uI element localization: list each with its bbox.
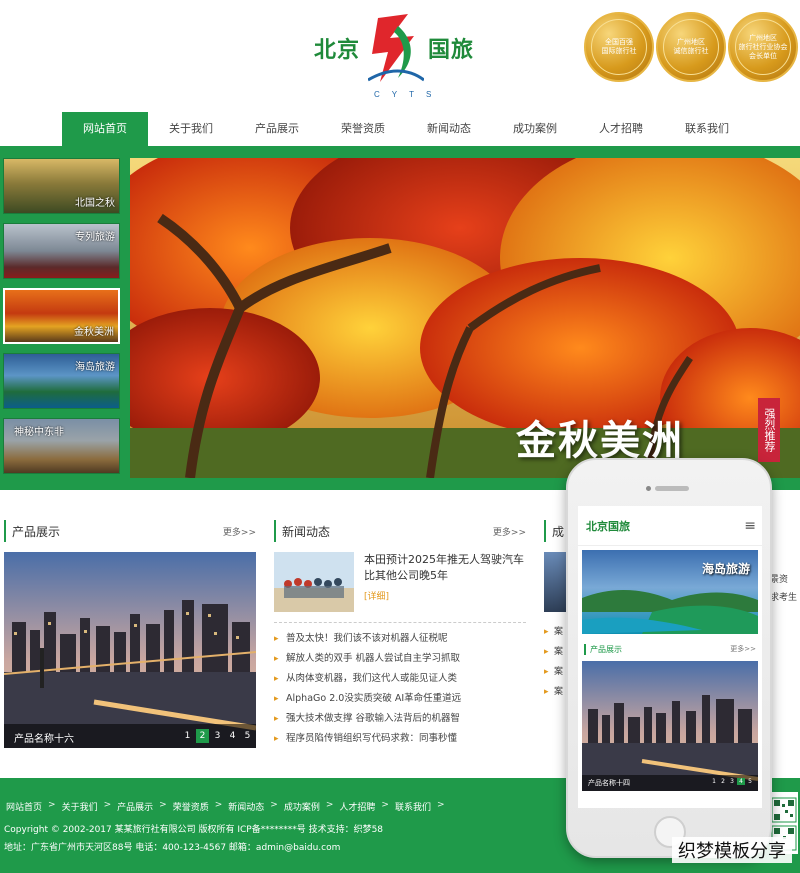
phone-camera-icon: [646, 486, 651, 491]
slider-thumb-train[interactable]: 专列旅游: [3, 223, 120, 279]
news-list-item[interactable]: 从肉体变机器，我们这代人或能见证人类: [274, 669, 526, 689]
footer-link-news[interactable]: 新闻动态: [228, 800, 264, 813]
footer-link-about[interactable]: 关于我们: [62, 800, 98, 813]
hero-banner[interactable]: 金秋美洲 强烈推荐: [130, 158, 800, 478]
case-side-text: 求考生: [770, 593, 798, 603]
site-logo[interactable]: 北京 国旅 CYTS: [310, 8, 500, 99]
nav-item-news[interactable]: 新闻动态: [406, 112, 492, 146]
mobile-banner[interactable]: 海岛旅游: [582, 550, 758, 634]
products-section: 产品展示 更多>> 产品名称十六 1 2 3 4 5: [4, 520, 256, 748]
hero-autumn-trees-image: [130, 158, 800, 478]
mobile-product-pager: 1 2 3 4 5: [710, 778, 754, 785]
phone-screen: 北京国旅 ≡ 海岛旅游 产品展示 更多>> 产品名称十四 1 2 3 4 5: [578, 506, 762, 808]
honor-badge: 全国百强 国际旅行社: [584, 12, 654, 82]
pager-page-1[interactable]: 1: [181, 729, 194, 743]
nav-item-cases[interactable]: 成功案例: [492, 112, 578, 146]
slider-thumb-island[interactable]: 海岛旅游: [3, 353, 120, 409]
nav-item-honors[interactable]: 荣誉资质: [320, 112, 406, 146]
mobile-header: 北京国旅 ≡: [578, 506, 762, 546]
nav-item-products[interactable]: 产品展示: [234, 112, 320, 146]
cases-title: 成: [552, 524, 565, 539]
phone-speaker-icon: [655, 486, 689, 491]
footer-address: 地址：广东省广州市天河区88号 电话：400-123-4567 邮箱：admin…: [4, 843, 341, 853]
footer-link-home[interactable]: 网站首页: [6, 800, 42, 813]
mobile-pager-page-5[interactable]: 5: [746, 778, 754, 785]
city-skyline-image: [4, 552, 256, 748]
honor-badge: 广州地区 旅行社行业协会会长单位: [728, 12, 798, 82]
logo-text-left: 北京: [314, 37, 361, 63]
nav-item-about[interactable]: 关于我们: [148, 112, 234, 146]
footer-copyright: Copyright © 2002-2017 某某旅行社有限公司 版权所有 ICP…: [4, 825, 384, 835]
footer-link-cases[interactable]: 成功案例: [284, 800, 320, 813]
logo-subtitle: CYTS: [374, 90, 444, 99]
pager-page-3[interactable]: 3: [211, 729, 224, 743]
slider-thumb-middle-east[interactable]: 神秘中东非: [3, 418, 120, 474]
news-featured-title[interactable]: 本田预计2025年推无人驾驶汽车 比其他公司晚5年: [364, 552, 524, 584]
logo-text-right: 国旅: [428, 37, 475, 63]
mobile-city-skyline-image: [582, 661, 758, 791]
footer-link-honors[interactable]: 荣誉资质: [173, 800, 209, 813]
slider-thumb-north-autumn[interactable]: 北国之秋: [3, 158, 120, 214]
mobile-pager-page-1[interactable]: 1: [710, 778, 718, 785]
product-pager: 1 2 3 4 5: [181, 729, 254, 743]
honor-badges: 全国百强 国际旅行社 广州地区 诚信旅行社 广州地区 旅行社行业协会会长单位: [584, 12, 798, 82]
hero-section: 北国之秋 专列旅游 金秋美洲 海岛旅游 神秘中东非 金秋美洲 强烈推荐: [0, 146, 800, 490]
site-header: 北京 国旅 CYTS 全国百强 国际旅行社 广州地区 诚信旅行社 广州地区 旅行…: [0, 0, 800, 112]
footer-links: 网站首页 > 关于我们 > 产品展示 > 荣誉资质 > 新闻动态 > 成功案例 > 人才招聘…: [6, 800, 445, 813]
news-list-item[interactable]: 普及太快！我们该不该对机器人征税呢: [274, 629, 526, 649]
mobile-pager-page-4[interactable]: 4: [737, 778, 745, 785]
mobile-pager-page-3[interactable]: 3: [728, 778, 736, 785]
mobile-product-caption-bar: 产品名称十四 1 2 3 4 5: [582, 775, 758, 791]
mobile-preview-phone: 北京国旅 ≡ 海岛旅游 产品展示 更多>> 产品名称十四 1 2 3 4 5: [566, 458, 772, 858]
pager-page-4[interactable]: 4: [226, 729, 239, 743]
news-list-item[interactable]: 解放人类的双手 机器人尝试自主学习抓取: [274, 649, 526, 669]
news-list-item[interactable]: 强大技术做支撑 谷歌输入法背后的机器智: [274, 709, 526, 729]
products-more-link[interactable]: 更多>>: [223, 525, 256, 538]
footer-link-contact[interactable]: 联系我们: [395, 800, 431, 813]
nav-item-jobs[interactable]: 人才招聘: [578, 112, 664, 146]
logo-mark-icon: [368, 14, 424, 82]
mobile-products-head: 产品展示 更多>>: [584, 644, 756, 655]
nav-item-contact[interactable]: 联系我们: [664, 112, 750, 146]
menu-icon[interactable]: ≡: [744, 518, 756, 534]
mobile-product-name: 产品名称十四: [588, 779, 630, 787]
news-list-item[interactable]: 程序员陷传销组织写代码求救：同事秒懂: [274, 729, 526, 749]
news-detail-link[interactable]: [详细]: [364, 589, 389, 602]
mobile-logo[interactable]: 北京国旅: [586, 518, 630, 534]
footer-link-jobs[interactable]: 人才招聘: [339, 800, 375, 813]
page: 北京 国旅 CYTS 全国百强 国际旅行社 广州地区 诚信旅行社 广州地区 旅行…: [0, 0, 800, 873]
case-side-text: 景资: [770, 575, 789, 585]
pager-page-5[interactable]: 5: [241, 729, 254, 743]
mobile-products-more-link[interactable]: 更多>>: [730, 644, 756, 655]
news-featured-image[interactable]: [274, 552, 354, 612]
product-image-city[interactable]: 产品名称十六 1 2 3 4 5: [4, 552, 256, 748]
mobile-banner-title: 海岛旅游: [701, 562, 750, 576]
mobile-product-image[interactable]: 产品名称十四 1 2 3 4 5: [582, 661, 758, 791]
nav-item-home[interactable]: 网站首页: [62, 112, 148, 146]
main-nav: 网站首页 关于我们 产品展示 荣誉资质 新闻动态 成功案例 人才招聘 联系我们: [0, 112, 800, 146]
pager-page-2[interactable]: 2: [196, 729, 209, 743]
group-photo-image: [274, 552, 354, 612]
footer-link-products[interactable]: 产品展示: [117, 800, 153, 813]
products-title: 产品展示: [12, 524, 61, 539]
news-more-link[interactable]: 更多>>: [493, 525, 526, 538]
news-section: 新闻动态 更多>> 本田预计2025年推无人驾驶汽车 比其他公司晚5年 [详细]…: [274, 520, 526, 749]
product-name: 产品名称十六: [14, 734, 74, 745]
honor-badge: 广州地区 诚信旅行社: [656, 12, 726, 82]
news-list: 普及太快！我们该不该对机器人征税呢 解放人类的双手 机器人尝试自主学习抓取 从肉…: [274, 622, 526, 749]
slider-thumbnails: 北国之秋 专列旅游 金秋美洲 海岛旅游 神秘中东非: [3, 158, 120, 483]
news-title: 新闻动态: [282, 524, 331, 539]
mobile-products-title: 产品展示: [590, 645, 622, 654]
news-featured: 本田预计2025年推无人驾驶汽车 比其他公司晚5年 [详细]: [274, 552, 526, 612]
hero-recommend-tag: 强烈推荐: [758, 398, 780, 462]
mobile-pager-page-2[interactable]: 2: [719, 778, 727, 785]
product-caption-bar: 产品名称十六 1 2 3 4 5: [4, 724, 256, 748]
news-list-item[interactable]: AlphaGo 2.0没实质突破 AI革命任重道远: [274, 689, 526, 709]
slider-thumb-america-autumn[interactable]: 金秋美洲: [3, 288, 120, 344]
watermark-text: 织梦模板分享: [672, 837, 792, 863]
